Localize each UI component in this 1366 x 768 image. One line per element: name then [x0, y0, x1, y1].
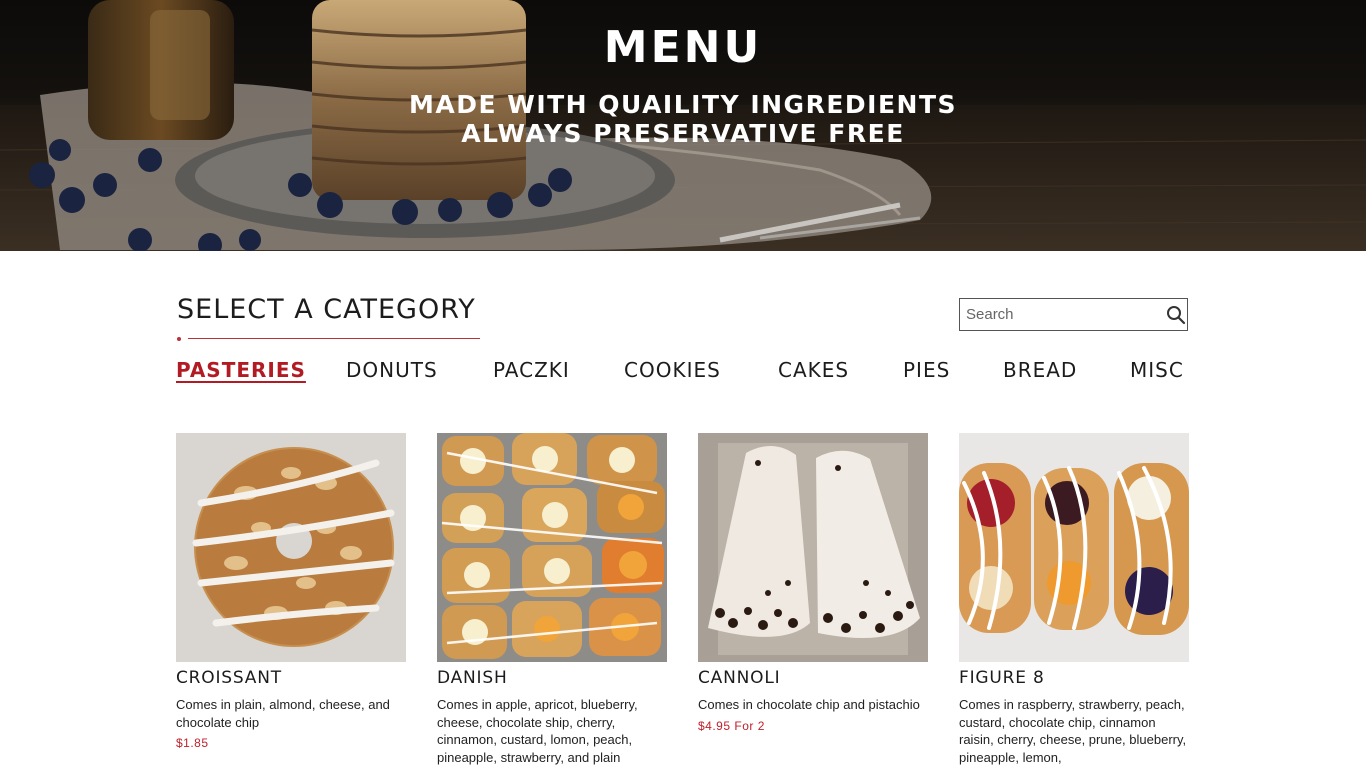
search-input[interactable] — [960, 299, 1165, 330]
search-icon[interactable] — [1165, 300, 1187, 330]
tab-donuts[interactable]: DONUTS — [346, 358, 438, 382]
product-price: $4.95 For 2 — [698, 718, 765, 733]
figure-8-image[interactable] — [959, 433, 1189, 662]
product-description: Comes in apple, apricot, blueberry, chee… — [437, 697, 638, 765]
category-heading: SELECT A CATEGORY — [177, 294, 476, 325]
cannoli-image[interactable] — [698, 433, 928, 662]
tab-pies[interactable]: PIES — [903, 358, 950, 382]
product-name[interactable]: FIGURE 8 — [959, 668, 1189, 690]
tab-misc[interactable]: MISC — [1130, 358, 1184, 382]
tab-pasteries[interactable]: PASTERIES — [176, 358, 306, 382]
search-box — [959, 298, 1188, 331]
product-description: Comes in plain, almond, cheese, and choc… — [176, 697, 390, 730]
croissant-image[interactable] — [176, 433, 406, 662]
hero-subtitle-line2: ALWAYS PRESERVATIVE FREE — [461, 119, 905, 148]
category-nav: PASTERIES DONUTS PACZKI COOKIES CAKES PI… — [0, 358, 1366, 388]
product-description: Comes in chocolate chip and pistachio — [698, 697, 920, 712]
page-title: MENU — [603, 22, 763, 73]
product-price: $1.85 — [176, 736, 209, 750]
tab-cakes[interactable]: CAKES — [778, 358, 849, 382]
product-name[interactable]: CANNOLI — [698, 668, 928, 690]
product-card-croissant[interactable]: CROISSANT Comes in plain, almond, cheese… — [176, 433, 406, 750]
hero-banner: MENU MADE WITH QUAILITY INGREDIENTS ALWA… — [0, 0, 1366, 251]
hero-subtitle-line1: MADE WITH QUAILITY INGREDIENTS — [408, 90, 958, 119]
product-name[interactable]: DANISH — [437, 668, 667, 690]
tab-cookies[interactable]: COOKIES — [624, 358, 721, 382]
tab-bread[interactable]: BREAD — [1003, 358, 1077, 382]
product-card-figure-8[interactable]: FIGURE 8 Comes in raspberry, strawberry,… — [959, 433, 1189, 768]
heading-underline-dot — [177, 337, 181, 341]
product-card-cannoli[interactable]: CANNOLI Comes in chocolate chip and pist… — [698, 433, 928, 733]
product-description: Comes in raspberry, strawberry, peach, c… — [959, 697, 1187, 765]
product-name[interactable]: CROISSANT — [176, 668, 406, 690]
danish-image[interactable] — [437, 433, 667, 662]
product-card-danish[interactable]: DANISH Comes in apple, apricot, blueberr… — [437, 433, 667, 768]
tab-paczki[interactable]: PACZKI — [493, 358, 570, 382]
heading-underline — [188, 338, 480, 339]
